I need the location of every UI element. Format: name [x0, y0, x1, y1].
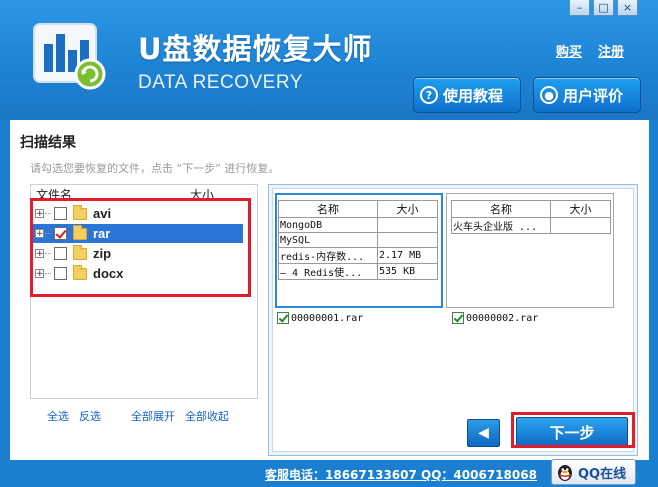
question-icon: ?: [420, 86, 438, 104]
col-size-header: 大小: [377, 200, 438, 218]
archive-checkbox[interactable]: [452, 312, 464, 324]
table-row: — 4 Redis使... 535 KB: [278, 263, 438, 280]
collapse-all-link[interactable]: 全部收起: [185, 408, 229, 424]
scan-result-title: 扫描结果: [20, 135, 76, 151]
table-row: redis-内存数... 2.17 MB: [278, 247, 438, 264]
register-link[interactable]: 注册: [598, 41, 624, 60]
qq-penguin-icon: [558, 465, 572, 481]
app-subtitle: DATA RECOVERY: [138, 72, 303, 93]
col-name-header: 名称: [278, 200, 378, 218]
back-button[interactable]: ◀: [467, 419, 500, 447]
select-all-link[interactable]: 全选: [47, 408, 69, 424]
archive-file-item[interactable]: 00000002.rar: [452, 312, 538, 324]
contact-info[interactable]: 客服电话：18667133607 QQ：4006718068: [265, 466, 537, 483]
col-size-header: 大小: [550, 200, 611, 218]
maximize-button[interactable]: □: [593, 0, 614, 16]
qq-online-label: QQ在线: [578, 466, 627, 482]
back-arrow-icon: ◀: [478, 425, 489, 441]
scan-hint: 请勾选您要恢复的文件，点击 “下一步” 进行恢复。: [30, 162, 280, 175]
close-button[interactable]: ×: [617, 0, 638, 16]
highlight-box: [30, 198, 251, 297]
archive-contents-table: 名称 大小 MongoDB MySQL redis-内存数... 2.17 MB…: [278, 200, 438, 280]
tutorial-button-label: 使用教程: [443, 86, 504, 105]
expand-all-link[interactable]: 全部展开: [131, 408, 175, 424]
tutorial-button[interactable]: ? 使用教程: [413, 77, 521, 113]
table-row: 火车头企业版 ...: [451, 217, 611, 234]
eye-icon: ●: [540, 86, 558, 104]
archive-filename: 00000002.rar: [466, 312, 539, 324]
archive-checkbox[interactable]: [277, 312, 289, 324]
review-button-label: 用户评价: [563, 86, 624, 105]
table-row: MongoDB: [278, 217, 438, 233]
buy-link[interactable]: 购买: [556, 41, 582, 60]
archive-filename: 00000001.rar: [291, 312, 364, 324]
archive-file-item[interactable]: 00000001.rar: [277, 312, 363, 324]
table-row: MySQL: [278, 232, 438, 248]
review-button[interactable]: ● 用户评价: [533, 77, 641, 113]
highlight-box: [511, 412, 635, 448]
app-logo-icon: [32, 22, 110, 92]
minimize-button[interactable]: –: [569, 0, 590, 16]
archive-contents-table: 名称 大小 火车头企业版 ...: [451, 200, 611, 234]
qq-online-button[interactable]: QQ在线: [551, 459, 636, 485]
invert-selection-link[interactable]: 反选: [79, 408, 101, 424]
col-name-header: 名称: [451, 200, 551, 218]
app-title: U盘数据恢复大师: [138, 32, 373, 66]
